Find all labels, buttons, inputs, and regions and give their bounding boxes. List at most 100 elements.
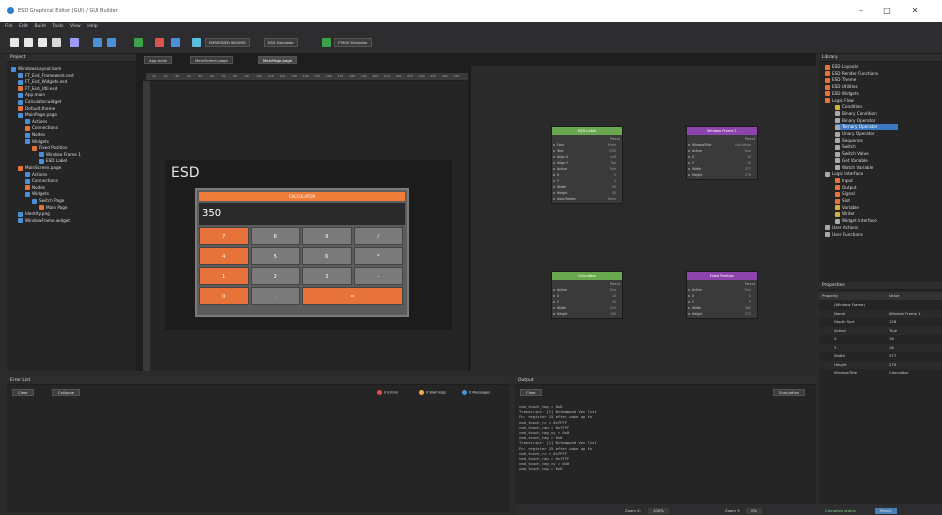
- property-value[interactable]: 16: [889, 335, 894, 343]
- project-tree-item[interactable]: WindowFrame.widget: [18, 218, 70, 224]
- save-all-icon[interactable]: [52, 38, 61, 47]
- output-source-select[interactable]: Simulation: [773, 389, 806, 396]
- tab-app-main[interactable]: App.main: [144, 56, 173, 64]
- project-tree-item[interactable]: FT_Esd_Widgets.esd: [18, 79, 67, 85]
- property-row[interactable]: Active True: [819, 326, 942, 335]
- project-tree-item[interactable]: FT_Esd_Framework.esd: [18, 73, 74, 79]
- node-calculator[interactable]: Calculator Parent Active True X 10 Y 30 Width 200…: [551, 271, 623, 319]
- property-value[interactable]: 16: [889, 344, 894, 352]
- undo-icon[interactable]: [93, 38, 102, 47]
- library-item[interactable]: Switch: [835, 144, 856, 150]
- redo-icon[interactable]: [107, 38, 116, 47]
- calculator-key[interactable]: *: [353, 247, 403, 265]
- esd-label-widget[interactable]: ESD: [171, 165, 200, 181]
- project-tree-item[interactable]: Widgets: [25, 191, 49, 197]
- property-value[interactable]: 128: [889, 318, 896, 326]
- node-window-frame[interactable]: Window Frame 1 Parent WindowTitle Calculato…: [686, 126, 758, 180]
- stop-icon[interactable]: [155, 38, 164, 47]
- error-clear-button[interactable]: Clear: [12, 389, 34, 396]
- menu-help[interactable]: Help: [87, 22, 97, 32]
- library-item[interactable]: Signal: [835, 191, 855, 197]
- calculator-key[interactable]: .: [250, 287, 300, 305]
- library-item[interactable]: Switch Value: [835, 151, 869, 157]
- port-dot[interactable]: [688, 313, 690, 315]
- tab-mainscreen[interactable]: MainScreen.page: [190, 56, 233, 64]
- property-row[interactable]: WindowTitle Calculator: [819, 369, 942, 377]
- target-select[interactable]: ESD Simulator: [264, 38, 298, 47]
- library-item[interactable]: Ternary Operator: [835, 124, 898, 130]
- library-item[interactable]: User Functions: [825, 232, 863, 237]
- library-item[interactable]: Unary Operator: [835, 131, 875, 137]
- port-dot[interactable]: [553, 186, 555, 188]
- menu-edit[interactable]: Edit: [19, 22, 28, 32]
- node-port-row[interactable]: Height 279: [688, 172, 755, 178]
- library-item[interactable]: ESD Theme: [825, 77, 856, 83]
- library-item[interactable]: User Actions: [825, 225, 858, 231]
- port-dot[interactable]: [553, 150, 555, 152]
- port-dot[interactable]: [688, 150, 690, 152]
- library-item[interactable]: Logic Flow: [825, 98, 854, 103]
- design-view[interactable]: ESD CALCULATOR 350 7 8 9/ 4 5 6 * 1 2 3- 0. =: [150, 81, 468, 371]
- library-item[interactable]: Variable: [835, 205, 859, 211]
- project-tree-item[interactable]: Actions: [25, 119, 47, 125]
- project-tree-item[interactable]: Connections: [25, 125, 58, 131]
- calculator-key[interactable]: -: [353, 267, 403, 285]
- zoom-y-value[interactable]: 0%: [746, 508, 763, 514]
- project-tree-item[interactable]: Fixed Position: [32, 145, 68, 151]
- property-row[interactable]: X 16: [819, 335, 942, 343]
- project-tree-item[interactable]: MainScreen.page: [18, 165, 61, 171]
- library-item[interactable]: Slot: [835, 198, 850, 204]
- node-esd-label[interactable]: ESD Label Parent Font Fixed Text ESD Align X Le…: [551, 126, 623, 204]
- port-dot[interactable]: [553, 198, 555, 200]
- project-tree-item[interactable]: Actions: [25, 172, 47, 178]
- zoom-x-value[interactable]: 100%: [648, 508, 669, 514]
- project-tree-item[interactable]: Window Frame 1: [39, 152, 81, 158]
- project-tree-item[interactable]: Identity.png: [18, 211, 50, 217]
- port-dot[interactable]: [688, 307, 690, 309]
- library-item[interactable]: Get Variable: [835, 158, 868, 164]
- messages-filter[interactable]: 0 Messages: [462, 390, 490, 395]
- port-dot[interactable]: [553, 301, 555, 303]
- node-port-row[interactable]: Height 160: [553, 311, 620, 317]
- calculator-key[interactable]: 7: [199, 227, 249, 245]
- menu-build[interactable]: Build: [34, 22, 45, 32]
- calculator-key[interactable]: 9: [302, 227, 352, 245]
- library-item[interactable]: Binary Condition: [835, 111, 877, 117]
- device-select[interactable]: FT800 Simulator: [334, 38, 372, 47]
- port-dot[interactable]: [688, 289, 690, 291]
- warnings-filter[interactable]: 0 Warnings: [419, 390, 446, 395]
- save-icon[interactable]: [38, 38, 47, 47]
- property-value[interactable]: Window Frame 1: [889, 310, 921, 318]
- project-tree-item[interactable]: Widgets: [25, 139, 49, 145]
- project-tree-item[interactable]: Switch Page: [32, 198, 64, 204]
- menu-file[interactable]: File: [5, 22, 13, 32]
- library-item[interactable]: ESD Widgets: [825, 91, 859, 97]
- project-tree-item[interactable]: MainPage.page: [18, 112, 57, 118]
- collapse-button[interactable]: Collapse: [52, 389, 81, 396]
- project-tree-item[interactable]: Nodes: [25, 132, 45, 138]
- port-dot[interactable]: [688, 295, 690, 297]
- calculator-key[interactable]: =: [302, 287, 403, 305]
- minimize-button[interactable]: –: [850, 5, 872, 17]
- calculator-widget[interactable]: CALCULATOR 350 7 8 9/ 4 5 6 * 1 2 3- 0. =: [195, 188, 409, 317]
- project-tree-item[interactable]: WindowsLayout.bxm: [11, 66, 61, 72]
- run-icon[interactable]: [134, 38, 143, 47]
- errors-filter[interactable]: 0 Errors: [377, 390, 398, 395]
- edit-icon[interactable]: [70, 38, 79, 47]
- library-item[interactable]: Input: [835, 178, 853, 184]
- library-item[interactable]: ESD Utilities: [825, 84, 858, 90]
- library-item[interactable]: Binary Operator: [835, 118, 876, 124]
- new-file-icon[interactable]: [10, 38, 19, 47]
- menu-view[interactable]: View: [70, 22, 81, 32]
- build-icon[interactable]: [192, 38, 201, 47]
- project-tree-item[interactable]: App.main: [18, 92, 45, 98]
- port-dot[interactable]: [553, 156, 555, 158]
- tab-mainpage[interactable]: MainPage.page: [258, 56, 297, 64]
- platform-select[interactable]: EMBEDDED WIZARD: [205, 38, 250, 47]
- property-row[interactable]: Y 16: [819, 343, 942, 352]
- library-item[interactable]: Output: [835, 185, 857, 191]
- library-item[interactable]: Logic Interface: [825, 171, 863, 177]
- library-item[interactable]: Watch Variable: [835, 165, 873, 170]
- port-dot[interactable]: [553, 307, 555, 309]
- library-item[interactable]: ESD Render Functions: [825, 71, 878, 77]
